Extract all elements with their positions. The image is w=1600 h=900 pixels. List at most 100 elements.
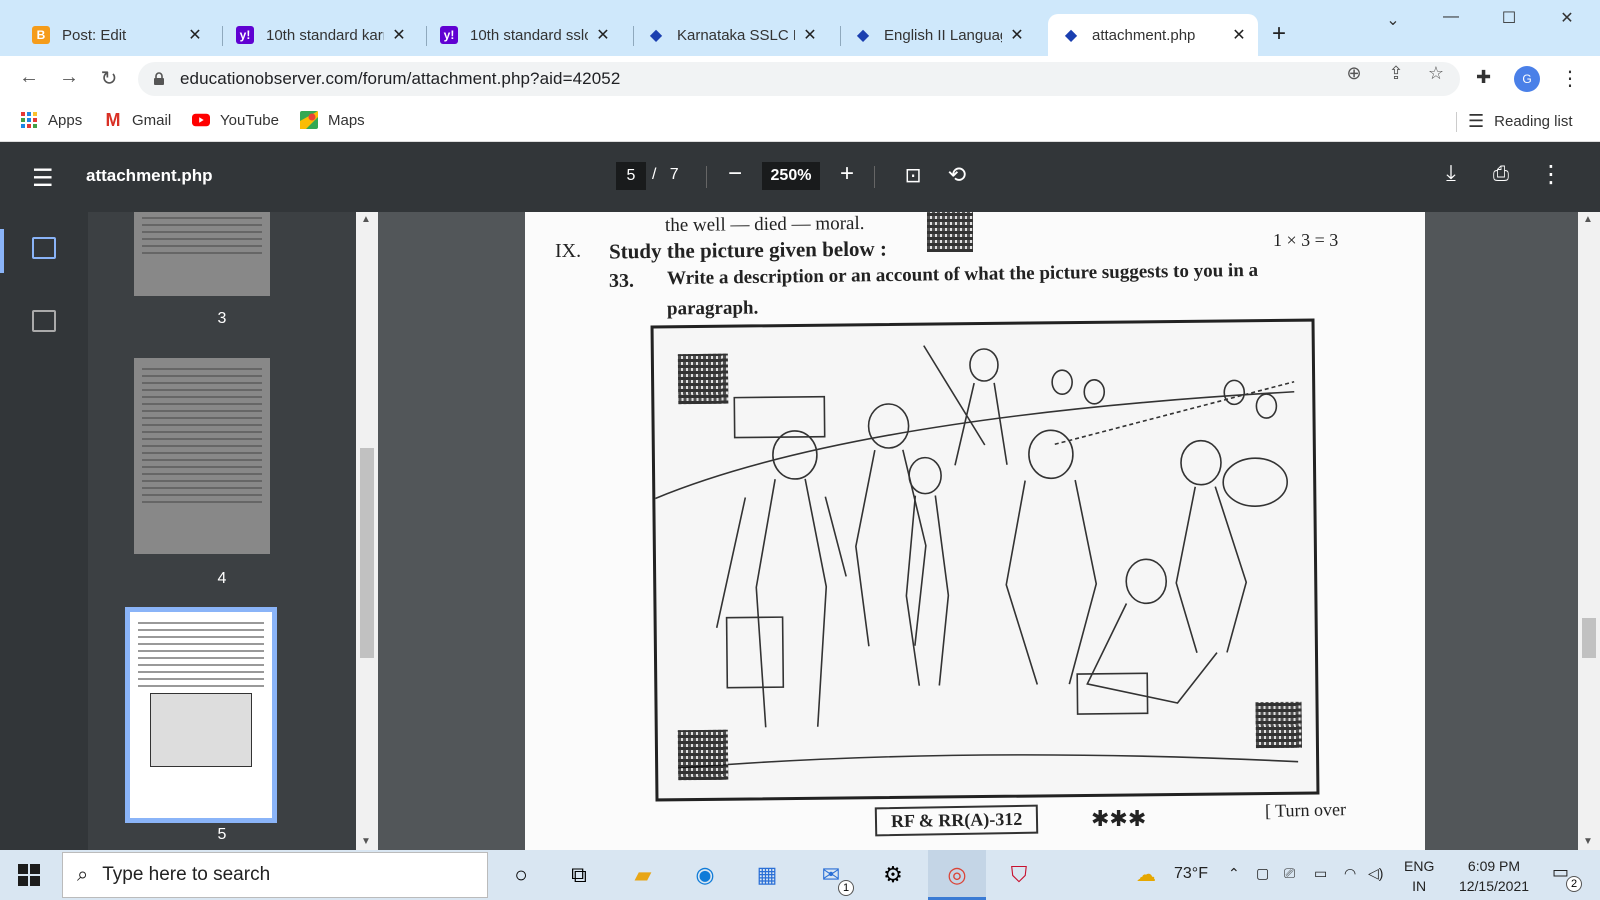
chrome-icon[interactable]: ◎ — [942, 860, 972, 890]
weather-icon[interactable]: ☁ — [1136, 862, 1156, 887]
reading-list-icon: ☰ — [1468, 111, 1485, 131]
language-indicator[interactable]: ENG IN — [1404, 856, 1434, 896]
qr-code — [927, 212, 973, 252]
thumbnail-page-5[interactable] — [125, 607, 277, 823]
close-icon[interactable]: ✕ — [390, 25, 408, 45]
bookmark-youtube[interactable]: YouTube — [192, 111, 279, 129]
weather-temp[interactable]: 73°F — [1174, 865, 1208, 883]
network-display-icon[interactable]: ⎚ — [1284, 865, 1295, 882]
thumbnail-page-4[interactable] — [134, 358, 270, 554]
zoom-in-button[interactable]: + — [832, 160, 862, 188]
windows-taskbar: ⌕ Type here to search ○ ⧉ ▰ ◉ ▦ ✉ 1 ⚙ ◎ … — [0, 850, 1600, 900]
rotate-icon[interactable]: ⟲ — [942, 162, 972, 188]
tab-10th-standard-sslc[interactable]: y! 10th standard sslc ✕ — [426, 14, 622, 56]
system-clock[interactable]: 6:09 PM 12/15/2021 — [1452, 856, 1536, 896]
microsoft-store-icon[interactable]: ▦ — [752, 860, 782, 890]
file-explorer-icon[interactable]: ▰ — [628, 860, 658, 890]
thumbnail-scrollbar[interactable]: ▲ ▼ — [356, 212, 378, 850]
tab-post-edit[interactable]: B Post: Edit ✕ — [18, 14, 214, 56]
browser-menu-icon[interactable]: ⋮ — [1560, 66, 1580, 91]
page-number-input[interactable]: 5 — [616, 162, 646, 190]
bookmark-maps[interactable]: Maps — [300, 111, 365, 129]
site-icon: ◆ — [649, 27, 663, 44]
search-placeholder: Type here to search — [102, 864, 271, 885]
thumbnail-label: 5 — [217, 826, 227, 843]
tab-title: Karnataka SSLC Exa — [677, 26, 795, 44]
chevron-down-icon[interactable]: ⌄ — [1378, 10, 1408, 30]
thumbnail-panel: 3 4 5 — [88, 212, 356, 850]
address-bar[interactable]: educationobserver.com/forum/attachment.p… — [138, 62, 1460, 96]
reading-list-button[interactable]: ☰ Reading list — [1468, 111, 1573, 132]
windows-start-icon[interactable] — [18, 864, 40, 886]
bookmark-label: Gmail — [132, 111, 172, 129]
youtube-icon — [192, 111, 210, 129]
bookmark-label: YouTube — [220, 111, 279, 129]
wifi-icon[interactable]: ◠ — [1344, 865, 1356, 882]
tab-title: 10th standard sslc — [470, 26, 588, 44]
thumbnails-icon[interactable] — [32, 237, 56, 259]
zoom-out-button[interactable]: − — [720, 160, 750, 188]
close-icon[interactable]: ✕ — [1008, 25, 1026, 45]
reading-list-label: Reading list — [1494, 113, 1573, 130]
mail-badge: 1 — [838, 880, 854, 896]
question-number: 33. — [609, 270, 634, 292]
tab-title: 10th standard karn — [266, 26, 384, 44]
settings-gear-icon[interactable]: ⚙ — [878, 860, 908, 890]
url-text: educationobserver.com/forum/attachment.p… — [180, 69, 621, 88]
taskbar-search-box[interactable]: ⌕ Type here to search — [62, 852, 488, 898]
bookmarks-bar: Apps M Gmail YouTube Maps ☰ Reading list — [0, 102, 1600, 142]
close-window-button[interactable]: ✕ — [1552, 8, 1582, 28]
close-icon[interactable]: ✕ — [1230, 25, 1248, 45]
volume-icon[interactable]: ◁) — [1368, 865, 1383, 882]
outline-icon[interactable] — [32, 310, 56, 332]
minimize-button[interactable]: — — [1436, 8, 1466, 26]
tray-chevron-icon[interactable]: ⌃ — [1228, 865, 1240, 882]
new-tab-button[interactable]: + — [1272, 20, 1286, 48]
tab-english-ii-language[interactable]: ◆ English II Language ✕ — [840, 14, 1036, 56]
forward-button[interactable]: → — [56, 66, 82, 89]
close-icon[interactable]: ✕ — [186, 25, 204, 45]
back-button[interactable]: ← — [16, 66, 42, 89]
edge-icon[interactable]: ◉ — [690, 860, 720, 890]
question-line-1: Write a description or an account of wha… — [666, 259, 1259, 290]
tab-title: English II Language — [884, 26, 1002, 44]
profile-avatar[interactable]: G — [1514, 66, 1540, 92]
bookmark-gmail[interactable]: M Gmail — [104, 110, 172, 130]
site-icon: ◆ — [856, 27, 870, 44]
maximize-button[interactable]: ☐ — [1494, 8, 1524, 28]
thumbnail-page-3[interactable] — [134, 212, 270, 296]
tab-title: Post: Edit — [62, 26, 127, 44]
bookmark-star-icon[interactable]: ☆ — [1424, 63, 1448, 84]
more-options-icon[interactable]: ⋮ — [1536, 160, 1566, 189]
share-icon[interactable]: ⇪ — [1384, 63, 1408, 84]
pdf-scrollbar[interactable]: ▲ ▼ — [1578, 212, 1600, 850]
marks-label: 1 × 3 = 3 — [1273, 230, 1339, 250]
zoom-icon[interactable]: ⊕ — [1342, 63, 1366, 84]
mcafee-icon[interactable]: ⛉ — [1004, 860, 1034, 890]
hamburger-menu-icon[interactable]: ☰ — [32, 164, 54, 193]
tab-karnataka-sslc[interactable]: ◆ Karnataka SSLC Exa ✕ — [633, 14, 829, 56]
download-icon[interactable]: ⤓ — [1436, 160, 1466, 186]
close-icon[interactable]: ✕ — [594, 25, 612, 45]
bookmark-label: Maps — [328, 111, 365, 129]
cortana-icon[interactable]: ○ — [506, 860, 536, 890]
meet-now-icon[interactable]: ▢ — [1256, 865, 1269, 882]
bookmark-apps[interactable]: Apps — [20, 111, 82, 129]
close-icon[interactable]: ✕ — [801, 25, 819, 45]
extensions-puzzle-icon[interactable]: ✚ — [1476, 67, 1491, 88]
browser-toolbar: ← → ↻ educationobserver.com/forum/attach… — [0, 56, 1600, 102]
paper-code: RF & RR(A)-312 — [874, 804, 1039, 837]
print-icon[interactable]: ⎙ — [1486, 163, 1516, 186]
fit-to-page-icon[interactable]: ⊡ — [898, 163, 928, 188]
pdf-sidebar — [0, 212, 88, 850]
thumbnail-label: 4 — [217, 570, 227, 587]
reload-button[interactable]: ↻ — [96, 66, 122, 91]
zoom-level-input[interactable]: 250% — [762, 162, 820, 190]
tab-10th-standard-karn[interactable]: y! 10th standard karn ✕ — [222, 14, 418, 56]
pdf-viewer: the well — died — moral. IX. Study the p… — [378, 212, 1578, 850]
battery-icon[interactable]: ▭ — [1314, 865, 1327, 882]
task-view-icon[interactable]: ⧉ — [564, 860, 594, 890]
tab-attachment-php[interactable]: ◆ attachment.php ✕ — [1048, 14, 1258, 56]
previous-answer-line: the well — died — moral. — [664, 212, 865, 237]
blogger-icon: B — [32, 26, 50, 44]
